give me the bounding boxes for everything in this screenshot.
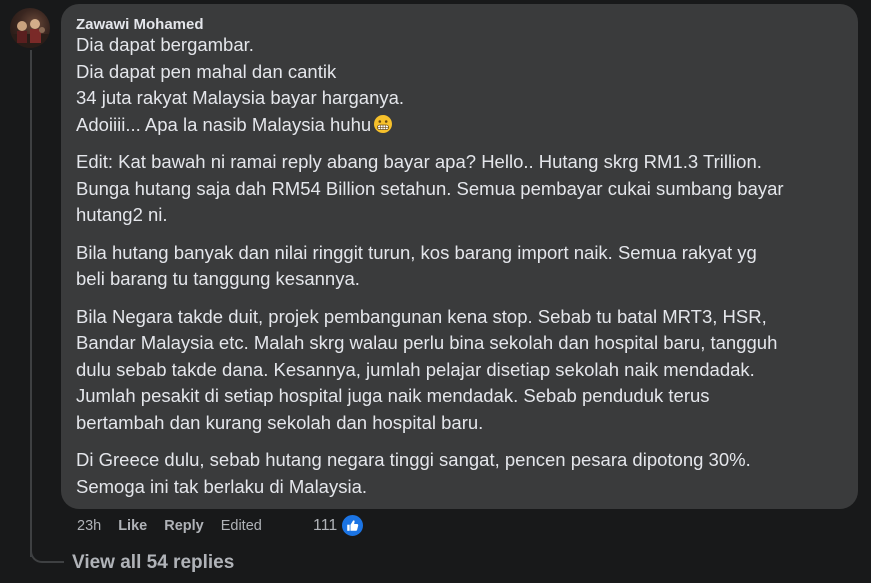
thread-connector-line [30, 50, 32, 557]
timestamp-link[interactable]: 23h [77, 518, 101, 534]
avatar[interactable] [10, 8, 50, 48]
comment-line: Di Greece dulu, sebab hutang negara ting… [76, 449, 751, 470]
comment-paragraph: Bila Negara takde duit, projek pembangun… [76, 304, 846, 437]
comment-body: Dia dapat bergambar. Dia dapat pen mahal… [76, 32, 846, 500]
comment-line: Jumlah pesakit di setiap hospital juga n… [76, 385, 710, 406]
comment-line: Edit: Kat bawah ni ramai reply abang bay… [76, 151, 762, 172]
comment-line: Bila hutang banyak dan nilai ringgit tur… [76, 241, 757, 263]
comment-line-with-emoji: Adoiiii... Apa la nasib Malaysia huhu [76, 112, 846, 139]
comment-thread: Zawawi Mohamed Dia dapat bergambar. Dia … [0, 0, 871, 583]
reaction-count: 111 [313, 516, 338, 534]
comment-actions: 23h Like Reply Edited [77, 514, 279, 538]
grimacing-face-emoji-icon [374, 114, 393, 133]
comment-paragraph: Dia dapat bergambar. Dia dapat pen mahal… [76, 32, 846, 138]
comment-line: dulu sebab takde dana. Kesannya, jumlah … [76, 358, 755, 380]
comment-line: Adoiiii... Apa la nasib Malaysia huhu [76, 113, 372, 135]
edited-link[interactable]: Edited [221, 518, 262, 534]
comment-line: Dia dapat pen mahal dan cantik [76, 60, 337, 82]
reply-button[interactable]: Reply [164, 518, 204, 534]
comment-line: Bunga hutang saja dah RM54 Billion setah… [76, 177, 784, 199]
comment-paragraph: Di Greece dulu, sebab hutang negara ting… [76, 447, 846, 500]
comment-paragraph: Edit: Kat bawah ni ramai reply abang bay… [76, 149, 846, 229]
comment-line: Semoga ini tak berlaku di Malaysia. [76, 475, 368, 497]
comment-line: Dia dapat bergambar. [76, 34, 254, 55]
comment-line: beli barang tu tanggung kesannya. [76, 268, 360, 289]
thread-connector-curve [30, 545, 64, 563]
reaction-summary[interactable]: 111 [313, 513, 366, 538]
like-button[interactable]: Like [118, 518, 147, 534]
comment-line: Bila Negara takde duit, projek pembangun… [76, 305, 767, 327]
view-all-replies-link[interactable]: View all 54 replies [72, 552, 234, 574]
comment-line: bertambah dan kurang sekolah dan hospita… [76, 411, 484, 433]
comment-bubble: Zawawi Mohamed Dia dapat bergambar. Dia … [61, 4, 858, 509]
comment-line: 34 juta rakyat Malaysia bayar harganya. [76, 87, 405, 108]
comment-line: hutang2 ni. [76, 204, 168, 225]
comment-paragraph: Bila hutang banyak dan nilai ringgit tur… [76, 240, 846, 293]
comment-line: Bandar Malaysia etc. Malah skrg walau pe… [76, 332, 778, 353]
thumbs-up-icon [340, 513, 366, 538]
